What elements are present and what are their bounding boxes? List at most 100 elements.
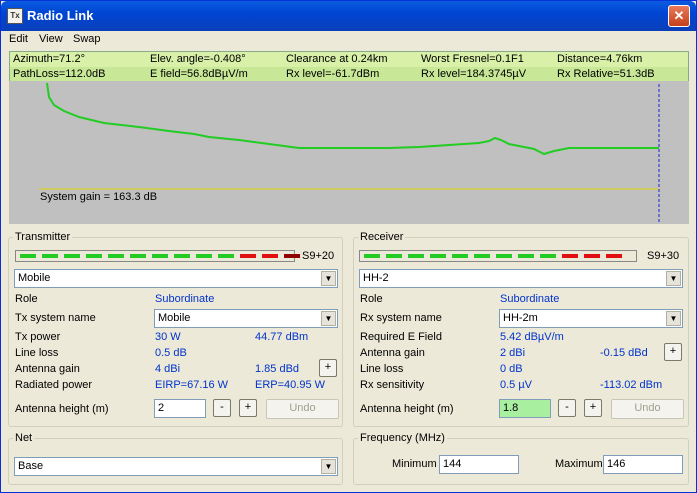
azimuth-value: Azimuth=71.2° <box>13 53 85 65</box>
rx-gain-dbd: -0.15 dBd <box>600 347 648 359</box>
meter-segment <box>130 254 146 258</box>
meter-segment <box>584 254 600 258</box>
frequency-min-input[interactable]: 144 <box>439 455 519 474</box>
close-button[interactable]: ✕ <box>668 5 690 27</box>
rx-field-value: 5.42 dBµV/m <box>500 331 564 343</box>
rx-system-value: HH-2m <box>503 312 538 324</box>
rx-device-select[interactable]: HH-2 ▼ <box>359 269 683 288</box>
meter-segment <box>196 254 212 258</box>
path-loss-value: PathLoss=112.0dB <box>13 68 106 80</box>
rx-gain-add-button[interactable]: + <box>664 343 682 361</box>
meter-segment <box>562 254 578 258</box>
rx-gain-label: Antenna gain <box>360 347 425 359</box>
meter-segment <box>42 254 58 258</box>
meter-segment <box>540 254 556 258</box>
rx-height-plus-button[interactable]: + <box>584 399 602 417</box>
net-legend: Net <box>15 432 33 444</box>
frequency-legend: Frequency (MHz) <box>360 432 445 444</box>
tx-radiated-label: Radiated power <box>15 379 93 391</box>
rx-loss-label: Line loss <box>360 363 404 375</box>
meter-segment <box>386 254 402 258</box>
rx-loss-value: 0 dB <box>500 363 523 375</box>
meter-segment <box>430 254 446 258</box>
tx-height-label: Antenna height (m) <box>15 403 109 415</box>
worst-fresnel-value: Worst Fresnel=0.1F1 <box>421 53 524 65</box>
rx-meter-label: S9+30 <box>647 250 680 262</box>
receiver-legend: Receiver <box>360 231 404 243</box>
tx-role-value[interactable]: Subordinate <box>155 293 214 305</box>
rx-height-minus-button[interactable]: - <box>558 399 576 417</box>
tx-erp-value: ERP=40.95 W <box>255 379 326 391</box>
tx-height-plus-button[interactable]: + <box>239 399 257 417</box>
tx-undo-button[interactable]: Undo <box>266 399 339 419</box>
rx-field-label: Required E Field <box>360 331 442 343</box>
rx-sensitivity-dbm: -113.02 dBm <box>600 379 663 391</box>
meter-segment <box>284 254 300 258</box>
tx-device-value: Mobile <box>18 272 51 284</box>
terrain-profile-line <box>46 82 659 156</box>
chevron-down-icon[interactable]: ▼ <box>666 311 681 326</box>
meter-segment <box>452 254 468 258</box>
app-icon: Tx <box>7 8 23 24</box>
clearance-value: Clearance at 0.24km <box>286 53 388 65</box>
rx-role-value[interactable]: Subordinate <box>500 293 559 305</box>
tx-loss-value: 0.5 dB <box>155 347 187 359</box>
menu-bar: Edit View Swap <box>1 31 696 49</box>
rx-system-label: Rx system name <box>360 312 442 324</box>
meter-segment <box>262 254 278 258</box>
net-select[interactable]: Base ▼ <box>14 457 338 476</box>
menu-swap[interactable]: Swap <box>73 33 101 45</box>
frequency-max-label: Maximum <box>555 458 603 470</box>
tx-power-w: 30 W <box>155 331 181 343</box>
menu-view[interactable]: View <box>39 33 63 45</box>
link-info-panel: Azimuth=71.2° Elev. angle=-0.408° Cleara… <box>9 51 689 81</box>
window-title: Radio Link <box>27 8 94 23</box>
rx-role-label: Role <box>360 293 383 305</box>
tx-loss-label: Line loss <box>15 347 59 359</box>
rx-system-select[interactable]: HH-2m ▼ <box>499 309 683 328</box>
rx-relative-value: Rx Relative=51.3dB <box>557 68 655 80</box>
rx-device-value: HH-2 <box>363 272 389 284</box>
meter-segment <box>518 254 534 258</box>
tx-gain-dbd: 1.85 dBd <box>255 363 300 375</box>
menu-edit[interactable]: Edit <box>9 33 28 45</box>
frequency-min-label: Minimum <box>392 458 437 470</box>
chevron-down-icon[interactable]: ▼ <box>321 311 336 326</box>
meter-segment <box>474 254 490 258</box>
e-field-value: E field=56.8dBµV/m <box>150 68 248 80</box>
rx-height-input[interactable]: 1.8 <box>499 399 551 418</box>
meter-segment <box>606 254 622 258</box>
meter-segment <box>174 254 190 258</box>
tx-device-select[interactable]: Mobile ▼ <box>14 269 338 288</box>
net-value: Base <box>18 460 44 472</box>
tx-gain-add-button[interactable]: + <box>319 359 337 377</box>
chevron-down-icon[interactable]: ▼ <box>321 459 336 474</box>
rx-undo-button[interactable]: Undo <box>611 399 684 419</box>
meter-segment <box>86 254 102 258</box>
meter-segment <box>20 254 36 258</box>
chevron-down-icon[interactable]: ▼ <box>321 271 336 286</box>
transmitter-legend: Transmitter <box>15 231 71 243</box>
elevation-angle-value: Elev. angle=-0.408° <box>150 53 246 65</box>
rx-level-uv-value: Rx level=184.3745µV <box>421 68 527 80</box>
tx-height-minus-button[interactable]: - <box>213 399 231 417</box>
tx-signal-meter <box>15 250 300 262</box>
distance-value: Distance=4.76km <box>557 53 643 65</box>
frequency-max-input[interactable]: 146 <box>603 455 683 474</box>
tx-height-input[interactable]: 2 <box>154 399 206 418</box>
meter-segment <box>152 254 168 258</box>
meter-segment <box>218 254 234 258</box>
tx-gain-label: Antenna gain <box>15 363 80 375</box>
tx-power-label: Tx power <box>15 331 61 343</box>
tx-system-select[interactable]: Mobile ▼ <box>154 309 338 328</box>
chevron-down-icon[interactable]: ▼ <box>666 271 681 286</box>
rx-signal-meter <box>359 250 637 262</box>
rx-height-label: Antenna height (m) <box>360 403 454 415</box>
tx-system-label: Tx system name <box>15 312 96 324</box>
tx-gain-dbi: 4 dBi <box>155 363 181 375</box>
title-bar[interactable]: Tx Radio Link ✕ <box>1 1 696 31</box>
rx-gain-dbi: 2 dBi <box>500 347 526 359</box>
tx-eirp-value: EIRP=67.16 W <box>155 379 229 391</box>
radio-link-window: Tx Radio Link ✕ Edit View Swap Azimuth=7… <box>0 0 697 493</box>
system-gain-label: System gain = 163.3 dB <box>40 191 158 203</box>
